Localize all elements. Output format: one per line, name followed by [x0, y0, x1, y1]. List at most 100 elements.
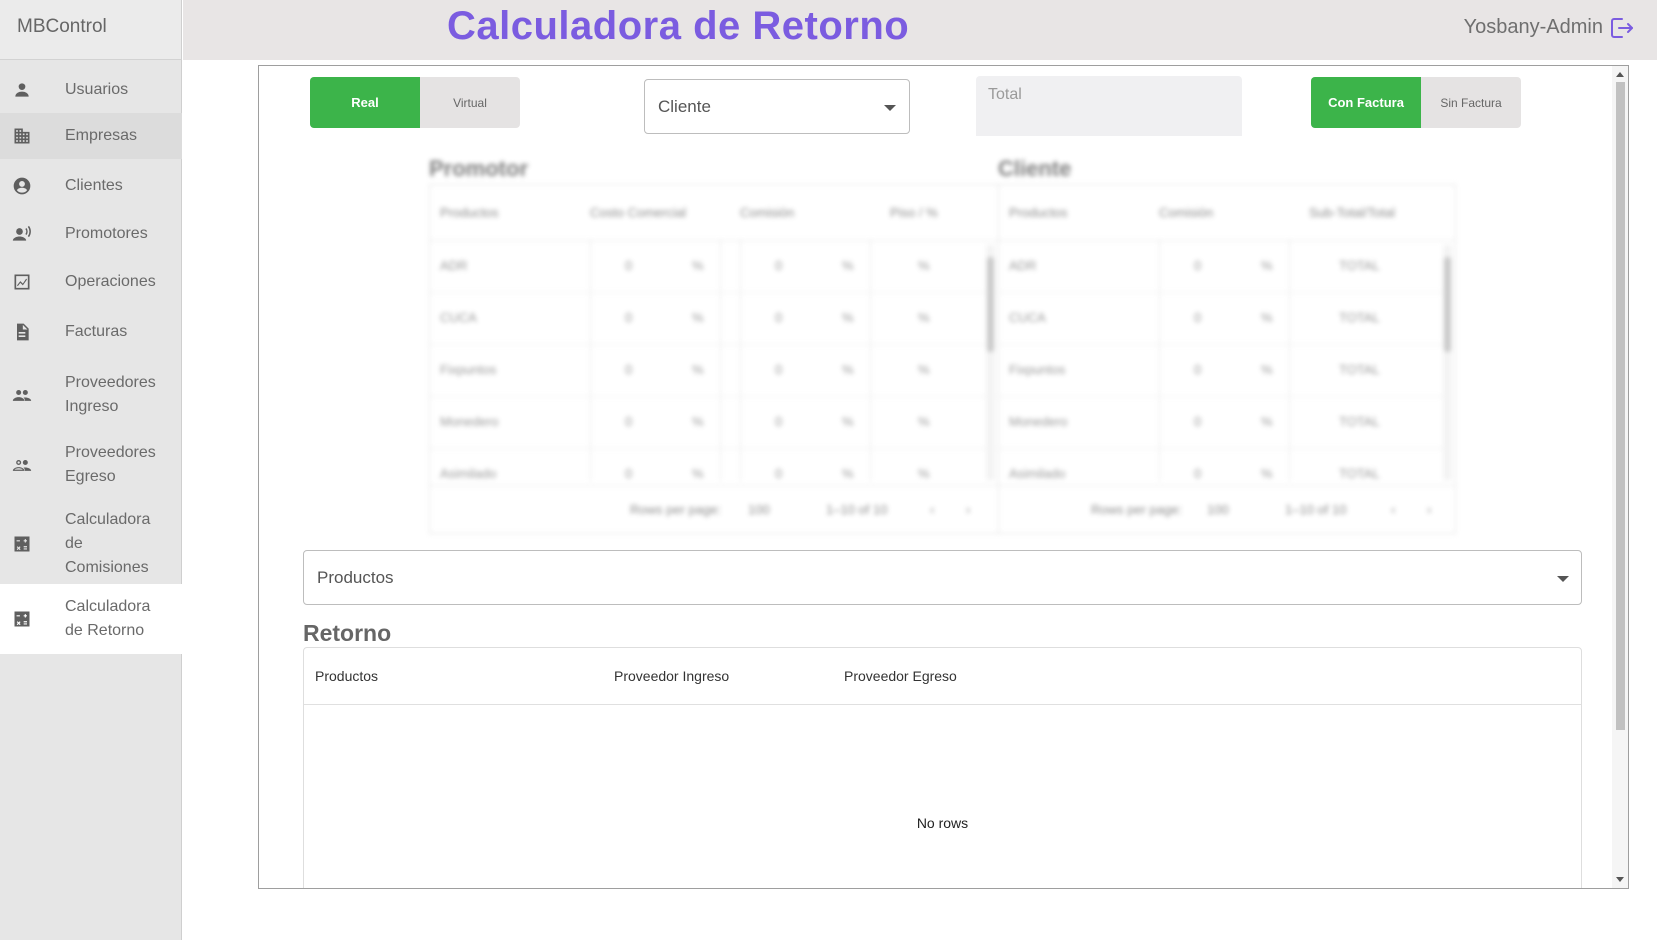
real-toggle-button[interactable]: Real: [310, 77, 420, 128]
row-label: CUCA: [1009, 310, 1046, 325]
sidebar-item-label: Proveedores Egreso: [65, 444, 156, 485]
sidebar-item-operaciones[interactable]: Operaciones: [0, 260, 182, 304]
cell-unit: %: [842, 258, 854, 273]
cell-value: 0: [1194, 362, 1202, 377]
cell-unit: %: [918, 310, 930, 325]
column-header-proveedor-egreso[interactable]: Proveedor Egreso: [844, 668, 957, 684]
cell-unit: %: [842, 310, 854, 325]
cell-total: TOTAL: [1339, 414, 1380, 429]
sidebar-item-promotores[interactable]: Promotores: [0, 212, 182, 256]
table-pagination: Rows per page: 100 1–10 of 10 ‹ ›: [430, 485, 998, 533]
column-header: Sub-Total/Total: [1309, 205, 1395, 220]
table-header: Productos Costo Comercial Comisión Piso …: [430, 185, 998, 241]
sidebar-item-proveedores-egreso[interactable]: Proveedores Egreso: [0, 436, 182, 494]
sidebar-item-calculadora-comisiones[interactable]: Calculadora de Comisiones: [0, 504, 182, 584]
brand-logo[interactable]: MBControl: [0, 0, 181, 60]
sidebar-item-empresas[interactable]: Empresas: [0, 113, 182, 159]
scrollbar-thumb[interactable]: [1616, 82, 1625, 730]
productos-select[interactable]: Productos: [303, 550, 1582, 605]
scroll-up-icon[interactable]: [1616, 72, 1624, 77]
main-panel: Real Virtual Cliente Total Con Factura S…: [258, 65, 1629, 889]
prev-page-icon[interactable]: ‹: [930, 502, 934, 517]
sidebar-item-clientes[interactable]: Clientes: [0, 164, 182, 208]
cell-unit: %: [918, 362, 930, 377]
cell-total: TOTAL: [1339, 362, 1380, 377]
sidebar-item-proveedores-ingreso[interactable]: Proveedores Ingreso: [0, 366, 182, 424]
table-scrollbar[interactable]: [1443, 245, 1452, 480]
person-icon: [11, 79, 33, 101]
table-row: Fixpuntos 0 % TOTAL: [999, 345, 1443, 397]
virtual-toggle-button[interactable]: Virtual: [420, 77, 520, 128]
column-header: Comisión: [1159, 205, 1214, 220]
row-label: Fixpuntos: [1009, 362, 1066, 377]
column-header-productos[interactable]: Productos: [315, 668, 378, 684]
cell-unit: %: [842, 414, 854, 429]
sidebar-item-label: Usuarios: [65, 81, 129, 98]
empty-state: No rows: [916, 815, 969, 831]
cliente-select[interactable]: Cliente: [644, 79, 910, 134]
cell-value: 0: [775, 362, 783, 377]
row-label: ADR: [1009, 258, 1037, 273]
rows-per-page-select[interactable]: 100: [748, 502, 770, 517]
mode-toggle: Real Virtual: [310, 77, 520, 128]
sidebar-item-usuarios[interactable]: Usuarios: [0, 68, 182, 112]
sidebar-item-calculadora-retorno[interactable]: Calculadora de Retorno: [0, 584, 182, 654]
column-header-proveedor-ingreso[interactable]: Proveedor Ingreso: [614, 668, 729, 684]
cell-value: 0: [775, 414, 783, 429]
table-row: ADR 0 % 0 % %: [430, 241, 986, 293]
cell-value: 0: [625, 466, 633, 479]
people-outline-icon: [11, 454, 33, 476]
rows-per-page-label: Rows per page:: [630, 502, 722, 517]
column-header: Piso / %: [890, 205, 938, 220]
sin-factura-button[interactable]: Sin Factura: [1421, 77, 1521, 128]
retorno-table: Productos Proveedor Ingreso Proveedor Eg…: [303, 647, 1582, 888]
con-factura-button[interactable]: Con Factura: [1311, 77, 1421, 128]
cell-unit: %: [692, 362, 704, 377]
row-label: ADR: [440, 258, 468, 273]
cell-total: TOTAL: [1339, 466, 1380, 479]
cell-unit: %: [692, 466, 704, 479]
table-scrollbar[interactable]: [986, 245, 995, 480]
retorno-title: Retorno: [303, 620, 392, 646]
user-name: Yosbany-Admin: [1463, 16, 1603, 38]
record-voice-icon: [11, 223, 33, 245]
cell-unit: %: [842, 466, 854, 479]
factura-toggle: Con Factura Sin Factura: [1311, 77, 1521, 128]
row-label: Asimilado: [1009, 466, 1066, 479]
total-field[interactable]: Total: [976, 76, 1242, 136]
people-icon: [11, 384, 33, 406]
cell-value: 0: [1194, 258, 1202, 273]
prev-page-icon[interactable]: ‹: [1391, 502, 1395, 517]
next-page-icon[interactable]: ›: [966, 502, 970, 517]
table-row: Asimilado 0 % TOTAL: [999, 449, 1443, 479]
sidebar-item-label: Calculadora de Comisiones: [65, 511, 151, 576]
cell-unit: %: [842, 362, 854, 377]
sidebar-item-facturas[interactable]: Facturas: [0, 310, 182, 354]
divider: [304, 704, 1581, 705]
cell-value: 0: [625, 258, 633, 273]
account-circle-icon: [11, 175, 33, 197]
cell-value: 0: [775, 466, 783, 479]
panel-scrollbar[interactable]: [1612, 66, 1628, 888]
scroll-down-icon[interactable]: [1616, 877, 1624, 882]
logout-icon[interactable]: [1607, 14, 1635, 42]
next-page-icon[interactable]: ›: [1427, 502, 1431, 517]
row-label: Asimilado: [440, 466, 497, 479]
operations-icon: [11, 271, 33, 293]
cell-value: 0: [625, 310, 633, 325]
table-row: Monedero 0 % 0 % %: [430, 397, 986, 449]
sidebar-item-label: Proveedores Ingreso: [65, 374, 156, 415]
rows-per-page-label: Rows per page:: [1091, 502, 1183, 517]
cell-value: 0: [1194, 414, 1202, 429]
pagination-range: 1–10 of 10: [1285, 502, 1347, 517]
calculator-icon: [11, 533, 33, 555]
cell-unit: %: [918, 258, 930, 273]
promotor-table: Productos Costo Comercial Comisión Piso …: [429, 184, 999, 534]
cell-value: 0: [775, 310, 783, 325]
cell-total: TOTAL: [1339, 258, 1380, 273]
cell-unit: %: [692, 310, 704, 325]
header: Calculadora de Retorno Yosbany-Admin: [183, 0, 1657, 60]
rows-per-page-select[interactable]: 100: [1207, 502, 1229, 517]
chevron-down-icon: [884, 105, 896, 111]
cell-unit: %: [1261, 466, 1273, 479]
